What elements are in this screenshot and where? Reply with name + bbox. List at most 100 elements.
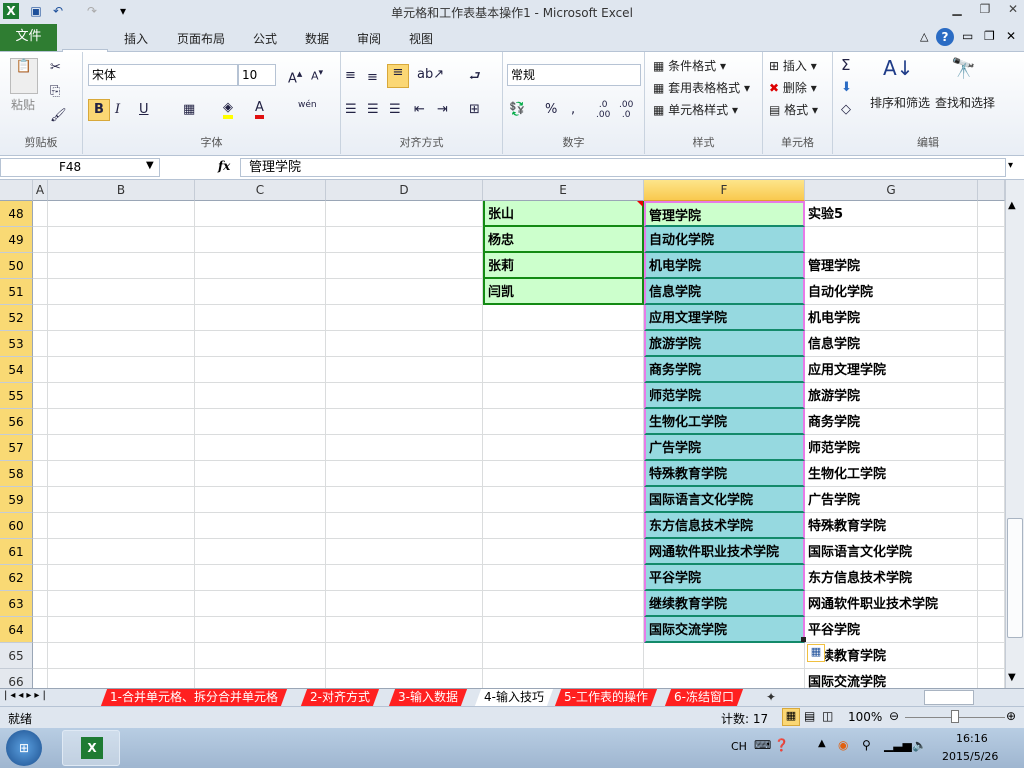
cell-C59[interactable] bbox=[195, 487, 326, 513]
cell[interactable] bbox=[978, 461, 1005, 487]
cell-C56[interactable] bbox=[195, 409, 326, 435]
cell-G61[interactable]: 国际语言文化学院 bbox=[805, 539, 978, 565]
clock-time[interactable]: 16:16 bbox=[956, 732, 988, 745]
scroll-down-icon[interactable]: ▼ bbox=[1008, 672, 1016, 683]
cell-F63[interactable]: 继续教育学院 bbox=[644, 591, 805, 617]
cell-B56[interactable] bbox=[48, 409, 195, 435]
cell-E61[interactable] bbox=[483, 539, 644, 565]
shrink-font-icon[interactable]: A▾ bbox=[311, 67, 323, 83]
currency-icon[interactable]: 💱 bbox=[509, 102, 525, 117]
cell-G52[interactable]: 机电学院 bbox=[805, 305, 978, 331]
cell-F57[interactable]: 广告学院 bbox=[644, 435, 805, 461]
cell-F61[interactable]: 网通软件职业技术学院 bbox=[644, 539, 805, 565]
cell[interactable] bbox=[978, 617, 1005, 643]
paste-button[interactable]: 粘贴 bbox=[11, 96, 35, 113]
paste-icon[interactable]: 📋 bbox=[10, 58, 38, 94]
cell[interactable] bbox=[978, 513, 1005, 539]
cell-G65[interactable]: 继续教育学院 bbox=[805, 643, 978, 669]
cell-C57[interactable] bbox=[195, 435, 326, 461]
cell-B55[interactable] bbox=[48, 383, 195, 409]
format-painter-icon[interactable]: 🖌 bbox=[50, 108, 67, 123]
phonetic-icon[interactable]: wén bbox=[298, 100, 317, 110]
sheet-tab[interactable]: 2-对齐方式 bbox=[300, 689, 380, 706]
cell[interactable] bbox=[978, 383, 1005, 409]
column-header-F[interactable]: F bbox=[644, 180, 805, 201]
cell-C62[interactable] bbox=[195, 565, 326, 591]
fill-handle[interactable] bbox=[801, 637, 806, 642]
taskbar-excel-button[interactable]: X bbox=[62, 730, 120, 766]
cell[interactable] bbox=[978, 305, 1005, 331]
cell-D55[interactable] bbox=[326, 383, 483, 409]
row-header[interactable]: 56 bbox=[0, 409, 33, 435]
format-cells-button[interactable]: ▤ 格式 ▾ bbox=[769, 101, 818, 118]
cell-F64[interactable]: 国际交流学院 bbox=[644, 617, 805, 643]
cell[interactable] bbox=[978, 539, 1005, 565]
align-top-icon[interactable]: ≡ bbox=[345, 68, 356, 83]
cell-D54[interactable] bbox=[326, 357, 483, 383]
cell-C48[interactable] bbox=[195, 201, 326, 227]
select-all-corner[interactable] bbox=[0, 180, 33, 201]
cell-C51[interactable] bbox=[195, 279, 326, 305]
autofill-options-icon[interactable]: ▦ bbox=[807, 644, 825, 662]
cell-D52[interactable] bbox=[326, 305, 483, 331]
cell-D66[interactable] bbox=[326, 669, 483, 688]
workbook-close-icon[interactable]: ✕ bbox=[1006, 29, 1016, 43]
help-icon[interactable]: ? bbox=[936, 28, 954, 46]
autosum-button[interactable]: Σ bbox=[841, 56, 850, 74]
vertical-scroll-thumb[interactable] bbox=[1007, 518, 1023, 638]
cell-C53[interactable] bbox=[195, 331, 326, 357]
cell-G56[interactable]: 商务学院 bbox=[805, 409, 978, 435]
vertical-scrollbar[interactable]: ▲ ▼ bbox=[1005, 180, 1024, 688]
align-bottom-icon[interactable]: ≡ bbox=[387, 64, 409, 88]
cell[interactable] bbox=[978, 253, 1005, 279]
cell-C52[interactable] bbox=[195, 305, 326, 331]
font-name-select[interactable]: 宋体 bbox=[88, 64, 238, 86]
tab-page-layout[interactable]: 页面布局 bbox=[167, 28, 235, 52]
cell[interactable] bbox=[978, 201, 1005, 227]
cell-B63[interactable] bbox=[48, 591, 195, 617]
cell-D61[interactable] bbox=[326, 539, 483, 565]
row-header[interactable]: 66 bbox=[0, 669, 33, 688]
cell-B61[interactable] bbox=[48, 539, 195, 565]
cell-E54[interactable] bbox=[483, 357, 644, 383]
delete-cells-button[interactable]: ✖ 删除 ▾ bbox=[769, 79, 817, 96]
cell-A53[interactable] bbox=[33, 331, 48, 357]
cell-A60[interactable] bbox=[33, 513, 48, 539]
find-select-icon[interactable]: 🔭 bbox=[951, 56, 976, 80]
scroll-up-icon[interactable]: ▲ bbox=[1008, 200, 1016, 211]
insert-cells-button[interactable]: ⊞ 插入 ▾ bbox=[769, 57, 817, 74]
cell-D50[interactable] bbox=[326, 253, 483, 279]
cell-E57[interactable] bbox=[483, 435, 644, 461]
cell-A58[interactable] bbox=[33, 461, 48, 487]
cell-A56[interactable] bbox=[33, 409, 48, 435]
percent-button[interactable]: % bbox=[545, 102, 557, 117]
normal-view-button[interactable]: ▦ bbox=[782, 708, 800, 726]
insert-function-button[interactable]: fx bbox=[218, 159, 230, 173]
cell-B50[interactable] bbox=[48, 253, 195, 279]
row-header[interactable]: 53 bbox=[0, 331, 33, 357]
cell-C66[interactable] bbox=[195, 669, 326, 688]
cell-F53[interactable]: 旅游学院 bbox=[644, 331, 805, 357]
cell-F52[interactable]: 应用文理学院 bbox=[644, 305, 805, 331]
cell-F51[interactable]: 信息学院 bbox=[644, 279, 805, 305]
align-middle-icon[interactable]: ≡ bbox=[367, 70, 378, 85]
number-format-select[interactable]: 常规 bbox=[507, 64, 641, 86]
orientation-icon[interactable]: ab↗ bbox=[417, 67, 444, 82]
cell-E62[interactable] bbox=[483, 565, 644, 591]
sheet-tab[interactable]: 1-合并单元格、拆分合并单元格 bbox=[100, 689, 288, 706]
cell[interactable] bbox=[978, 487, 1005, 513]
cell-F48[interactable]: 管理学院 bbox=[644, 201, 805, 227]
cell-G48[interactable]: 实验5 bbox=[805, 201, 978, 227]
cell-C61[interactable] bbox=[195, 539, 326, 565]
minimize-icon[interactable]: ▁ bbox=[944, 2, 970, 20]
format-as-table-button[interactable]: ▦ 套用表格格式 ▾ bbox=[653, 79, 750, 96]
cell-E58[interactable] bbox=[483, 461, 644, 487]
cell-B49[interactable] bbox=[48, 227, 195, 253]
cell-A55[interactable] bbox=[33, 383, 48, 409]
row-header[interactable]: 59 bbox=[0, 487, 33, 513]
cell-D65[interactable] bbox=[326, 643, 483, 669]
cell-E50[interactable]: 张莉 bbox=[483, 253, 644, 279]
cell-E66[interactable] bbox=[483, 669, 644, 688]
cell-A48[interactable] bbox=[33, 201, 48, 227]
sort-filter-icon[interactable]: A↓ bbox=[883, 56, 913, 80]
